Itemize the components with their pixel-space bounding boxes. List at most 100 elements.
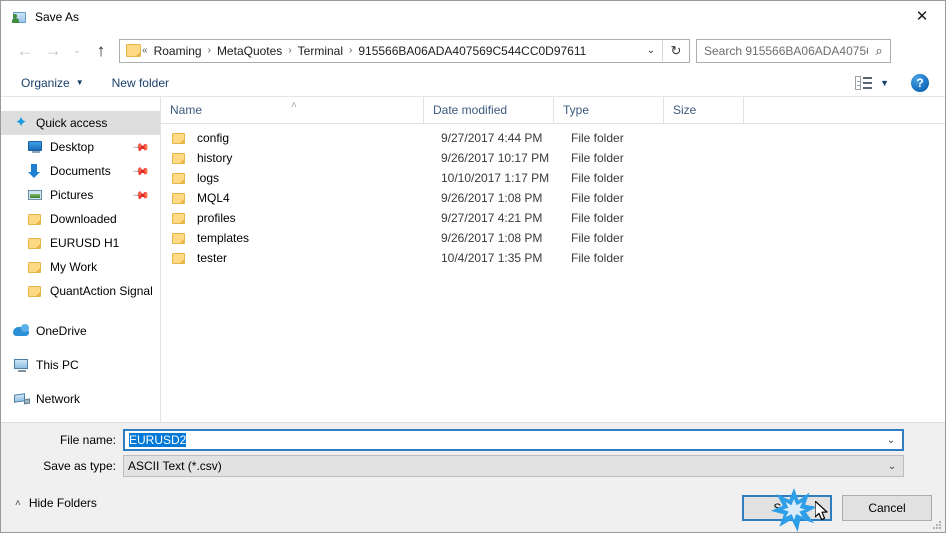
breadcrumb-item-metaquotes[interactable]: MetaQuotes bbox=[212, 44, 287, 58]
table-row[interactable]: tester 10/4/2017 1:35 PM File folder bbox=[161, 248, 945, 268]
save-as-type-select[interactable]: ASCII Text (*.csv) ⌄ bbox=[123, 455, 904, 477]
close-icon[interactable]: ✕ bbox=[899, 1, 945, 31]
view-mode-icon[interactable] bbox=[855, 76, 873, 90]
new-folder-button[interactable]: New folder bbox=[106, 72, 175, 94]
save-as-dialog: Save As ✕ ← → ⌄ ↑ « Roaming › MetaQuotes… bbox=[0, 0, 946, 533]
pictures-icon bbox=[27, 187, 43, 203]
save-button[interactable]: Save bbox=[742, 495, 832, 521]
sidebar-item-this-pc[interactable]: This PC bbox=[1, 353, 160, 377]
resize-grip[interactable] bbox=[933, 521, 943, 531]
sidebar-item-label: Network bbox=[36, 392, 81, 406]
sidebar-item-quantaction-signal[interactable]: QuantAction Signal bbox=[1, 279, 160, 303]
sidebar-item-network[interactable]: Network bbox=[1, 387, 160, 411]
breadcrumb: « Roaming › MetaQuotes › Terminal › 9155… bbox=[141, 44, 640, 58]
folder-icon bbox=[171, 210, 187, 226]
navigation-bar: ← → ⌄ ↑ « Roaming › MetaQuotes › Termina… bbox=[1, 32, 945, 69]
table-row[interactable]: profiles 9/27/2017 4:21 PM File folder bbox=[161, 208, 945, 228]
sidebar-item-my-work[interactable]: My Work bbox=[1, 255, 160, 279]
file-name: templates bbox=[197, 231, 250, 245]
cancel-button[interactable]: Cancel bbox=[842, 495, 932, 521]
sidebar-item-onedrive[interactable]: OneDrive bbox=[1, 319, 160, 343]
sidebar-item-pictures[interactable]: Pictures 📌 bbox=[1, 183, 160, 207]
sidebar-item-quick-access[interactable]: ✦ Quick access bbox=[1, 111, 160, 135]
folder-icon bbox=[27, 235, 43, 251]
new-folder-label: New folder bbox=[111, 75, 169, 90]
save-form: File name: EURUSD2 ⌄ Save as type: ASCII… bbox=[1, 422, 945, 485]
documents-icon bbox=[27, 163, 43, 179]
column-header-size[interactable]: Size bbox=[663, 97, 743, 123]
sidebar-item-label: Documents bbox=[50, 164, 111, 178]
desktop-icon bbox=[27, 139, 43, 155]
file-name: logs bbox=[197, 171, 220, 185]
file-date: 10/4/2017 1:35 PM bbox=[441, 251, 543, 265]
breadcrumb-prefix: « bbox=[142, 45, 148, 56]
sidebar-item-label: Downloaded bbox=[50, 212, 117, 226]
column-label: Name bbox=[170, 103, 203, 117]
file-name: tester bbox=[197, 251, 228, 265]
breadcrumb-item-terminal[interactable]: Terminal bbox=[293, 44, 348, 58]
breadcrumb-item-roaming[interactable]: Roaming bbox=[149, 44, 207, 58]
file-type: File folder bbox=[571, 191, 624, 205]
address-bar[interactable]: « Roaming › MetaQuotes › Terminal › 9155… bbox=[119, 38, 690, 63]
organize-label: Organize bbox=[21, 75, 70, 90]
table-row[interactable]: logs 10/10/2017 1:17 PM File folder bbox=[161, 168, 945, 188]
sidebar-item-label: EURUSD H1 bbox=[50, 236, 120, 250]
file-name-value[interactable]: EURUSD2 bbox=[125, 433, 880, 447]
sidebar-item-desktop[interactable]: Desktop 📌 bbox=[1, 135, 160, 159]
column-header-name[interactable]: Name ˄ bbox=[161, 97, 423, 123]
search-box[interactable]: Search 915566BA06ADA40756... ⌕ bbox=[696, 38, 891, 63]
navigation-sidebar: ✦ Quick access Desktop 📌 Documents 📌 Pic… bbox=[1, 97, 161, 422]
column-header-type[interactable]: Type bbox=[553, 97, 663, 123]
sidebar-item-label: Pictures bbox=[50, 188, 94, 202]
folder-icon bbox=[171, 190, 187, 206]
star-icon: ✦ bbox=[14, 114, 28, 131]
file-date: 9/26/2017 1:08 PM bbox=[441, 191, 543, 205]
file-name-input[interactable]: EURUSD2 ⌄ bbox=[123, 429, 904, 451]
window-title: Save As bbox=[35, 9, 80, 24]
recent-locations-icon[interactable]: ⌄ bbox=[67, 37, 87, 65]
table-row[interactable]: config 9/27/2017 4:44 PM File folder bbox=[161, 128, 945, 148]
pin-icon[interactable]: 📌 bbox=[132, 162, 151, 180]
title-bar: Save As ✕ bbox=[1, 1, 945, 32]
file-name: config bbox=[197, 131, 230, 145]
table-row[interactable]: MQL4 9/26/2017 1:08 PM File folder bbox=[161, 188, 945, 208]
file-type: File folder bbox=[571, 231, 624, 245]
file-date: 9/26/2017 1:08 PM bbox=[441, 231, 543, 245]
chevron-down-icon[interactable]: ⌄ bbox=[881, 461, 903, 472]
file-name-label: File name: bbox=[59, 433, 116, 447]
folder-icon bbox=[171, 230, 187, 246]
back-icon[interactable]: ← bbox=[11, 37, 39, 65]
hide-folders-label: Hide Folders bbox=[28, 496, 97, 510]
organize-button[interactable]: Organize ▼ bbox=[15, 72, 90, 94]
up-icon[interactable]: ↑ bbox=[87, 37, 115, 65]
folder-icon bbox=[171, 250, 187, 266]
toolbar-right-group: ▼ ? bbox=[855, 69, 945, 97]
sidebar-item-label: Desktop bbox=[50, 140, 95, 154]
breadcrumb-item-instance[interactable]: 915566BA06ADA407569C544CC0D97611 bbox=[353, 44, 591, 58]
sidebar-item-documents[interactable]: Documents 📌 bbox=[1, 159, 160, 183]
pin-icon[interactable]: 📌 bbox=[132, 186, 151, 204]
sidebar-item-downloaded[interactable]: Downloaded bbox=[1, 207, 160, 231]
table-row[interactable]: history 9/26/2017 10:17 PM File folder bbox=[161, 148, 945, 168]
folder-icon bbox=[27, 259, 43, 275]
sidebar-item-label: OneDrive bbox=[36, 324, 87, 338]
search-input[interactable]: Search 915566BA06ADA40756... bbox=[697, 44, 868, 58]
chevron-down-icon[interactable]: ⌄ bbox=[880, 435, 902, 446]
file-date: 10/10/2017 1:17 PM bbox=[441, 171, 550, 185]
chevron-down-icon[interactable]: ▼ bbox=[880, 78, 889, 88]
hide-folders-button[interactable]: ˄ Hide Folders bbox=[15, 496, 97, 510]
pin-icon[interactable]: 📌 bbox=[132, 138, 151, 156]
help-button[interactable]: ? bbox=[911, 74, 929, 92]
table-row[interactable]: templates 9/26/2017 1:08 PM File folder bbox=[161, 228, 945, 248]
column-header-date-modified[interactable]: Date modified bbox=[423, 97, 553, 123]
sidebar-item-label: My Work bbox=[50, 260, 98, 274]
file-list-pane: Name ˄ Date modified Type Size config 9/… bbox=[161, 97, 945, 422]
forward-icon[interactable]: → bbox=[39, 37, 67, 65]
sidebar-item-eurusd-h1[interactable]: EURUSD H1 bbox=[1, 231, 160, 255]
file-name: MQL4 bbox=[197, 191, 230, 205]
chevron-up-icon: ˄ bbox=[15, 497, 21, 509]
refresh-icon[interactable]: ↻ bbox=[662, 39, 689, 62]
chevron-down-icon[interactable]: ⌄ bbox=[640, 45, 662, 56]
folder-icon bbox=[27, 211, 43, 227]
sidebar-item-label: QuantAction Signal bbox=[50, 284, 153, 298]
